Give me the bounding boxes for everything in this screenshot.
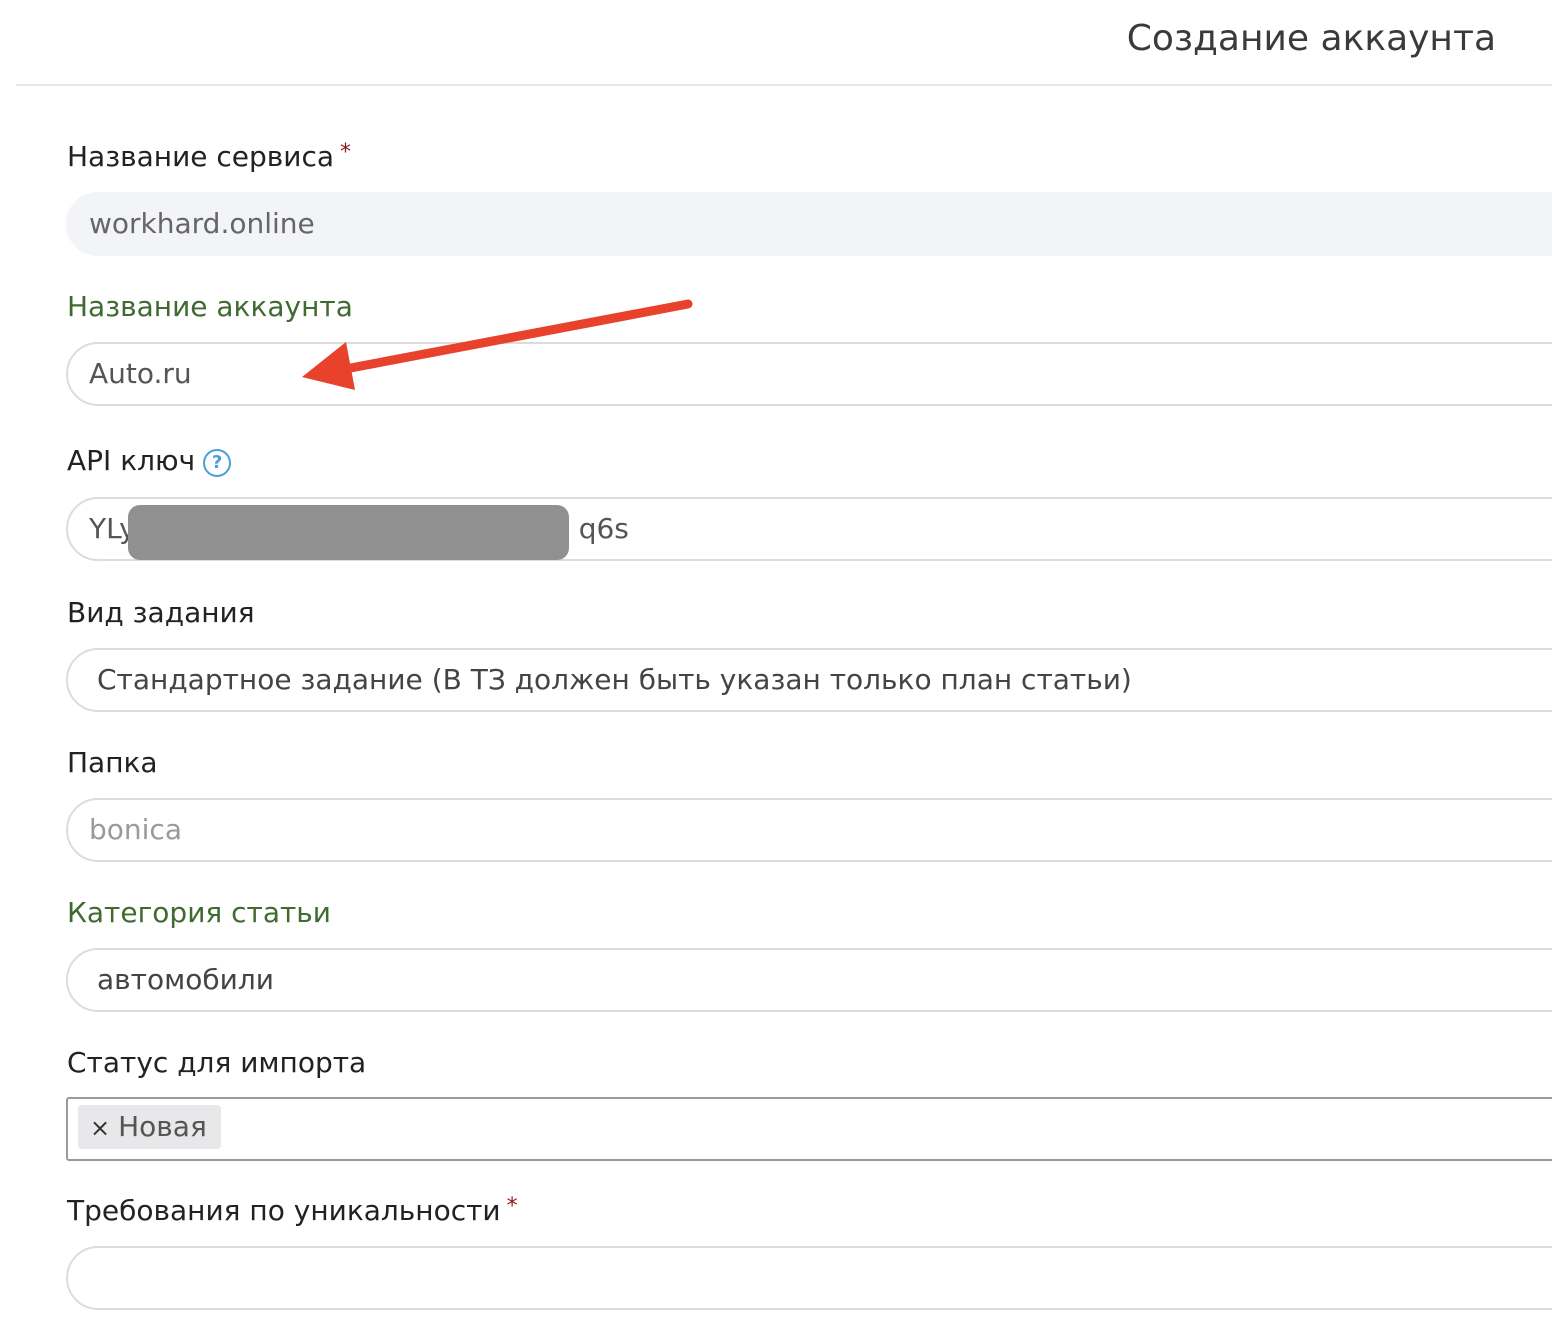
page-header: Создание аккаунта xyxy=(16,0,1552,86)
annotation-arrow-icon xyxy=(302,299,693,390)
create-account-page: Создание аккаунта Название сервиса * work… xyxy=(0,0,1552,1340)
article-category-label: Категория статьи xyxy=(67,896,332,929)
service-name-label: Название сервиса * xyxy=(67,140,352,173)
page-title: Создание аккаунта xyxy=(1126,18,1496,59)
article-category-select[interactable]: автомобили xyxy=(66,948,1552,1012)
account-name-input[interactable]: Auto.ru xyxy=(66,342,1552,406)
import-status-multiselect[interactable]: × Новая xyxy=(66,1097,1552,1161)
task-type-select[interactable]: Стандартное задание (В ТЗ должен быть ук… xyxy=(66,648,1552,712)
redacted-block xyxy=(128,505,569,560)
status-tag: × Новая xyxy=(78,1105,221,1149)
task-type-label: Вид задания xyxy=(67,596,255,629)
required-mark: * xyxy=(340,140,352,165)
service-name-field: workhard.online xyxy=(66,192,1552,256)
import-status-label: Статус для импорта xyxy=(67,1046,367,1079)
tag-remove-icon[interactable]: × xyxy=(90,1114,110,1142)
required-mark: * xyxy=(506,1194,518,1219)
help-icon[interactable]: ? xyxy=(203,449,232,477)
folder-label: Папка xyxy=(67,746,158,779)
uniqueness-label: Требования по уникальности * xyxy=(67,1194,518,1227)
api-key-label: API ключ? xyxy=(67,444,232,477)
folder-input[interactable]: bonica xyxy=(66,798,1552,862)
uniqueness-input[interactable] xyxy=(66,1246,1552,1310)
